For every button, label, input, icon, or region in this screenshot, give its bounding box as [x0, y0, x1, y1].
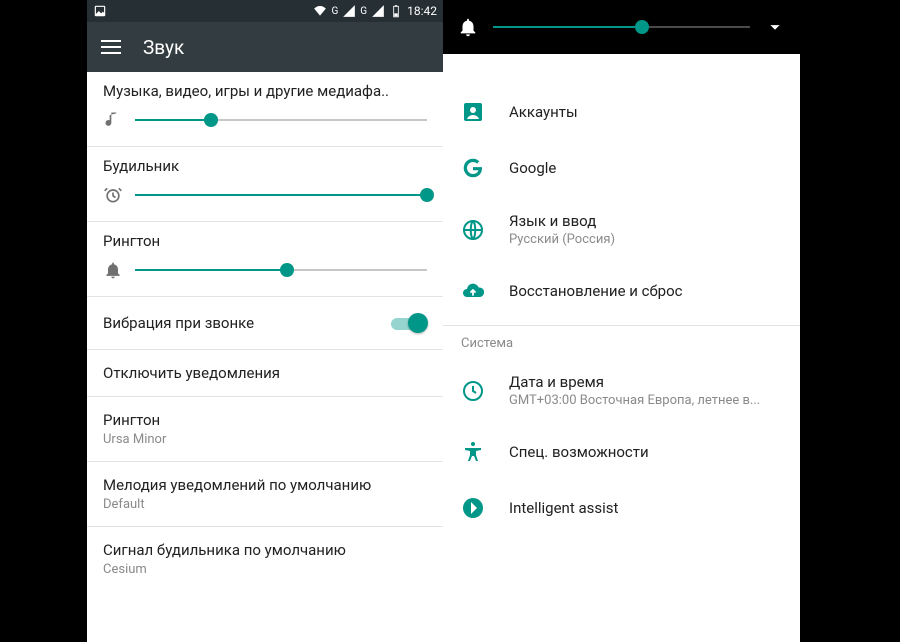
- music-note-icon: [103, 110, 123, 130]
- battery-icon: [389, 4, 403, 18]
- alarm-volume-label: Будильник: [103, 157, 427, 175]
- status-bar: G G 18:42: [87, 0, 443, 22]
- app-bar: Звук: [87, 22, 443, 72]
- language-title: Язык и ввод: [509, 212, 782, 230]
- datetime-row[interactable]: Дата и время GMT+03:00 Восточная Европа,…: [443, 357, 800, 424]
- default-notification-value: Default: [103, 497, 427, 512]
- vibrate-on-call-row[interactable]: Вибрация при звонке: [87, 297, 443, 350]
- default-alarm-row[interactable]: Сигнал будильника по умолчанию Cesium: [87, 527, 443, 591]
- backup-icon: [461, 279, 485, 303]
- menu-icon[interactable]: [101, 40, 121, 54]
- language-sub: Русский (Россия): [509, 232, 782, 247]
- datetime-title: Дата и время: [509, 373, 782, 391]
- media-volume-slider[interactable]: [135, 110, 427, 130]
- default-notification-row[interactable]: Мелодия уведомлений по умолчанию Default: [87, 462, 443, 527]
- system-section-header: Система: [443, 325, 800, 357]
- bell-icon: [103, 260, 123, 280]
- page-title: Звук: [143, 36, 184, 59]
- accessibility-row[interactable]: Спец. возможности: [443, 424, 800, 480]
- bell-icon: [457, 16, 479, 38]
- google-row[interactable]: Google: [443, 140, 800, 196]
- ringtone-title: Рингтон: [103, 411, 427, 429]
- accessibility-icon: [461, 440, 485, 464]
- alarm-volume-slider[interactable]: [135, 185, 427, 205]
- alarm-icon: [103, 185, 123, 205]
- phone-left: G G 18:42 Звук Музыка, видео, игры и дру…: [87, 0, 443, 642]
- accounts-icon: [461, 100, 485, 124]
- backup-row[interactable]: Восстановление и сброс: [443, 263, 800, 325]
- accounts-row[interactable]: Аккаунты: [443, 84, 800, 140]
- google-label: Google: [509, 159, 782, 177]
- network-g-2: G: [360, 6, 367, 17]
- settings-list: Аккаунты Google Язык и ввод Русский (Рос…: [443, 54, 800, 642]
- vibrate-toggle[interactable]: [391, 313, 427, 333]
- assist-icon: [461, 496, 485, 520]
- overlay-volume-slider[interactable]: [493, 17, 750, 37]
- signal-icon-2: [371, 4, 385, 18]
- alarm-volume-row: Будильник: [87, 147, 443, 222]
- assist-row[interactable]: Intelligent assist: [443, 480, 800, 536]
- accessibility-label: Спец. возможности: [509, 443, 782, 461]
- sound-settings-list: Музыка, видео, игры и другие медиафа.. Б…: [87, 72, 443, 642]
- default-alarm-value: Cesium: [103, 562, 427, 577]
- picture-icon: [93, 4, 107, 18]
- accounts-label: Аккаунты: [509, 103, 782, 121]
- ring-volume-row: Рингтон: [87, 222, 443, 297]
- backup-label: Восстановление и сброс: [509, 282, 782, 300]
- chevron-down-icon[interactable]: [764, 16, 786, 38]
- media-volume-label: Музыка, видео, игры и другие медиафа..: [103, 82, 427, 100]
- wifi-icon: [313, 4, 327, 18]
- media-volume-row: Музыка, видео, игры и другие медиафа..: [87, 72, 443, 147]
- ringtone-value: Ursa Minor: [103, 432, 427, 447]
- ring-volume-label: Рингтон: [103, 232, 427, 250]
- datetime-sub: GMT+03:00 Восточная Европа, летнее в...: [509, 393, 782, 408]
- signal-icon-1: [342, 4, 356, 18]
- ringtone-row[interactable]: Рингтон Ursa Minor: [87, 397, 443, 462]
- volume-overlay: [443, 0, 800, 54]
- clock-icon: [461, 379, 485, 403]
- network-g-1: G: [331, 6, 338, 17]
- default-notification-title: Мелодия уведомлений по умолчанию: [103, 476, 427, 494]
- default-alarm-title: Сигнал будильника по умолчанию: [103, 541, 427, 559]
- language-row[interactable]: Язык и ввод Русский (Россия): [443, 196, 800, 263]
- assist-label: Intelligent assist: [509, 499, 782, 517]
- ring-volume-slider[interactable]: [135, 260, 427, 280]
- globe-icon: [461, 218, 485, 242]
- clock-text: 18:42: [407, 4, 437, 18]
- disable-notifications-label: Отключить уведомления: [103, 364, 427, 382]
- google-icon: [461, 156, 485, 180]
- phone-right: Аккаунты Google Язык и ввод Русский (Рос…: [443, 0, 800, 642]
- vibrate-on-call-label: Вибрация при звонке: [103, 314, 254, 332]
- disable-notifications-row[interactable]: Отключить уведомления: [87, 350, 443, 397]
